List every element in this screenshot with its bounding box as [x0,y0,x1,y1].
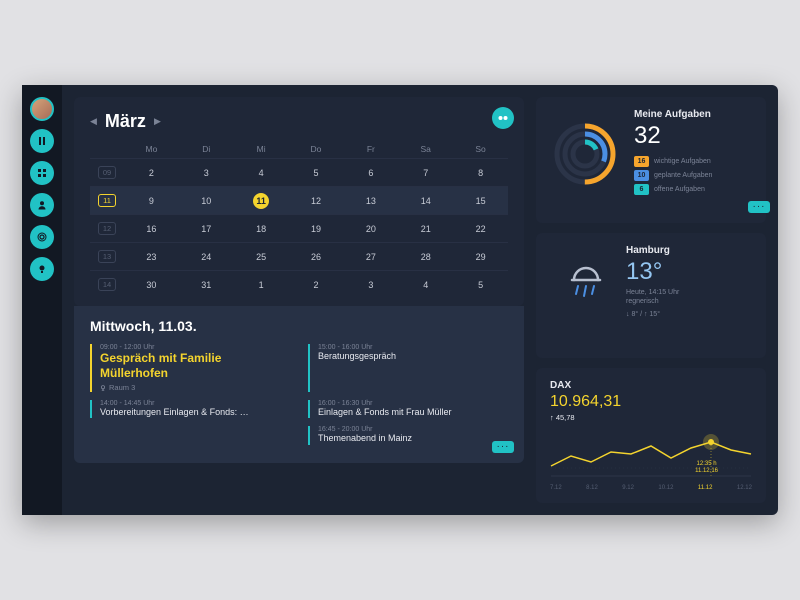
tasks-widget: Meine Aufgaben 32 16wichtige Aufgaben 10g… [536,97,766,223]
calendar-weekdays: Mo Di Mi Do Fr Sa So [90,140,508,158]
calendar-day[interactable]: 21 [398,224,453,234]
calendar-day[interactable]: 26 [289,252,344,262]
more-events-button[interactable]: ··· [492,441,514,453]
calendar-day[interactable]: 4 [398,280,453,290]
weather-highlow: ↓ 8° / ↑ 15° [626,311,752,318]
week-number-badge: 12 [90,222,124,235]
event-item[interactable]: 09:00 - 12:00 UhrGespräch mit Familie Mü… [90,344,290,392]
event-title: Themenabend in Mainz [318,433,508,444]
cal-prev-icon[interactable]: ◀ [90,116,97,127]
calendar-week-row: 1323242526272829 [90,242,508,270]
calendar-day[interactable]: 2 [124,168,179,178]
event-room: Raum 3 [100,383,290,392]
avatar[interactable] [30,97,54,121]
event-title: Gespräch mit Familie Müllerhofen [100,351,290,381]
calendar-day[interactable]: 1 [234,280,289,290]
event-time: 16:00 - 16:30 Uhr [318,400,508,407]
calendar-day[interactable]: 18 [234,224,289,234]
event-item[interactable]: 14:00 - 14:45 UhrVorbereitungen Einlagen… [90,400,290,418]
bulb-icon[interactable] [30,257,54,281]
event-item[interactable]: 15:00 - 16:00 UhrBeratungsgespräch [308,344,508,392]
calendar-day[interactable]: 4 [234,168,289,178]
week-number-badge: 09 [90,166,124,179]
detail-date: Mittwoch, 11.03. [90,318,508,334]
calendar-day[interactable]: 20 [343,224,398,234]
calendar-day[interactable]: 6 [343,168,398,178]
user-icon[interactable] [30,193,54,217]
calendar-week-row: 14303112345 [90,270,508,298]
calendar-day[interactable]: 22 [453,224,508,234]
calendar-day[interactable]: 24 [179,252,234,262]
tasks-donut-chart [550,119,620,189]
calendar-day[interactable]: 13 [343,196,398,206]
calendar-day[interactable]: 11 [234,193,289,209]
calendar-day[interactable]: 8 [453,168,508,178]
pause-icon[interactable] [30,129,54,153]
calendar-day[interactable]: 12 [289,196,344,206]
calendar-card: ◀ März ▶ Mo Di Mi Do Fr Sa So 092 [74,97,524,306]
add-event-button[interactable] [492,107,514,129]
calendar-day[interactable]: 15 [453,196,508,206]
calendar-day[interactable]: 31 [179,280,234,290]
calendar-day[interactable]: 17 [179,224,234,234]
week-number-badge: 13 [90,250,124,263]
calendar-day[interactable]: 29 [453,252,508,262]
grid-icon[interactable] [30,161,54,185]
event-time: 14:00 - 14:45 Uhr [100,400,290,407]
rain-icon [560,256,610,306]
week-number-badge: 14 [90,278,124,291]
stock-delta: ↑ 45,78 [550,413,752,422]
stock-chart [550,428,752,478]
calendar-day[interactable]: 2 [289,280,344,290]
event-time: 15:00 - 16:00 Uhr [318,344,508,351]
calendar-day[interactable]: 5 [453,280,508,290]
stock-name: DAX [550,380,752,391]
stock-value: 10.964,31 [550,393,752,411]
calendar-week-row: 119101112131415 [90,186,508,214]
calendar-day[interactable]: 3 [179,168,234,178]
event-item[interactable]: 16:00 - 16:30 UhrEinlagen & Fonds mit Fr… [308,400,508,418]
calendar-day[interactable]: 23 [124,252,179,262]
weather-city: Hamburg [626,245,752,256]
weather-temp: 13° [626,258,752,286]
chart-marker-label: 12:35 h 11.12.16 [695,461,718,475]
stock-widget: DAX 10.964,31 ↑ 45,78 12:35 h 11.12.16 7… [536,368,766,503]
more-tasks-button[interactable]: ··· [748,201,770,213]
chart-x-axis: 7.12 8.12 9.12 10.12 11.12 12.12 [550,485,752,491]
tasks-total: 32 [634,122,752,150]
event-time: 09:00 - 12:00 Uhr [100,344,290,351]
weather-widget: Hamburg 13° Heute, 14:15 Uhrregnerisch ↓… [536,233,766,359]
calendar-day[interactable]: 3 [343,280,398,290]
calendar-day[interactable]: 19 [289,224,344,234]
task-line: 16wichtige Aufgaben [634,156,752,167]
calendar-day[interactable]: 14 [398,196,453,206]
cal-next-icon[interactable]: ▶ [154,116,161,127]
event-item[interactable]: 16:45 - 20:00 UhrThemenabend in Mainz [308,426,508,444]
event-time: 16:45 - 20:00 Uhr [318,426,508,433]
calendar-day[interactable]: 9 [124,196,179,206]
event-title: Einlagen & Fonds mit Frau Müller [318,407,508,418]
calendar-day[interactable]: 5 [289,168,344,178]
calendar-day[interactable]: 27 [343,252,398,262]
calendar-day[interactable]: 16 [124,224,179,234]
task-line: 10geplante Aufgaben [634,170,752,181]
calendar-week-row: 092345678 [90,158,508,186]
day-detail-card: Mittwoch, 11.03. 09:00 - 12:00 UhrGesprä… [74,306,524,463]
calendar-week-row: 1216171819202122 [90,214,508,242]
calendar-day[interactable]: 10 [179,196,234,206]
event-title: Vorbereitungen Einlagen & Fonds: … [100,407,290,418]
settings-icon[interactable] [30,225,54,249]
calendar-day[interactable]: 28 [398,252,453,262]
calendar-day[interactable]: 7 [398,168,453,178]
week-number-badge: 11 [90,194,124,207]
event-title: Beratungsgespräch [318,351,508,362]
sidebar [22,85,62,515]
calendar-day[interactable]: 30 [124,280,179,290]
calendar-month: März [105,111,146,132]
task-line: 6offene Aufgaben [634,184,752,195]
calendar-day[interactable]: 25 [234,252,289,262]
tasks-title: Meine Aufgaben [634,109,752,120]
